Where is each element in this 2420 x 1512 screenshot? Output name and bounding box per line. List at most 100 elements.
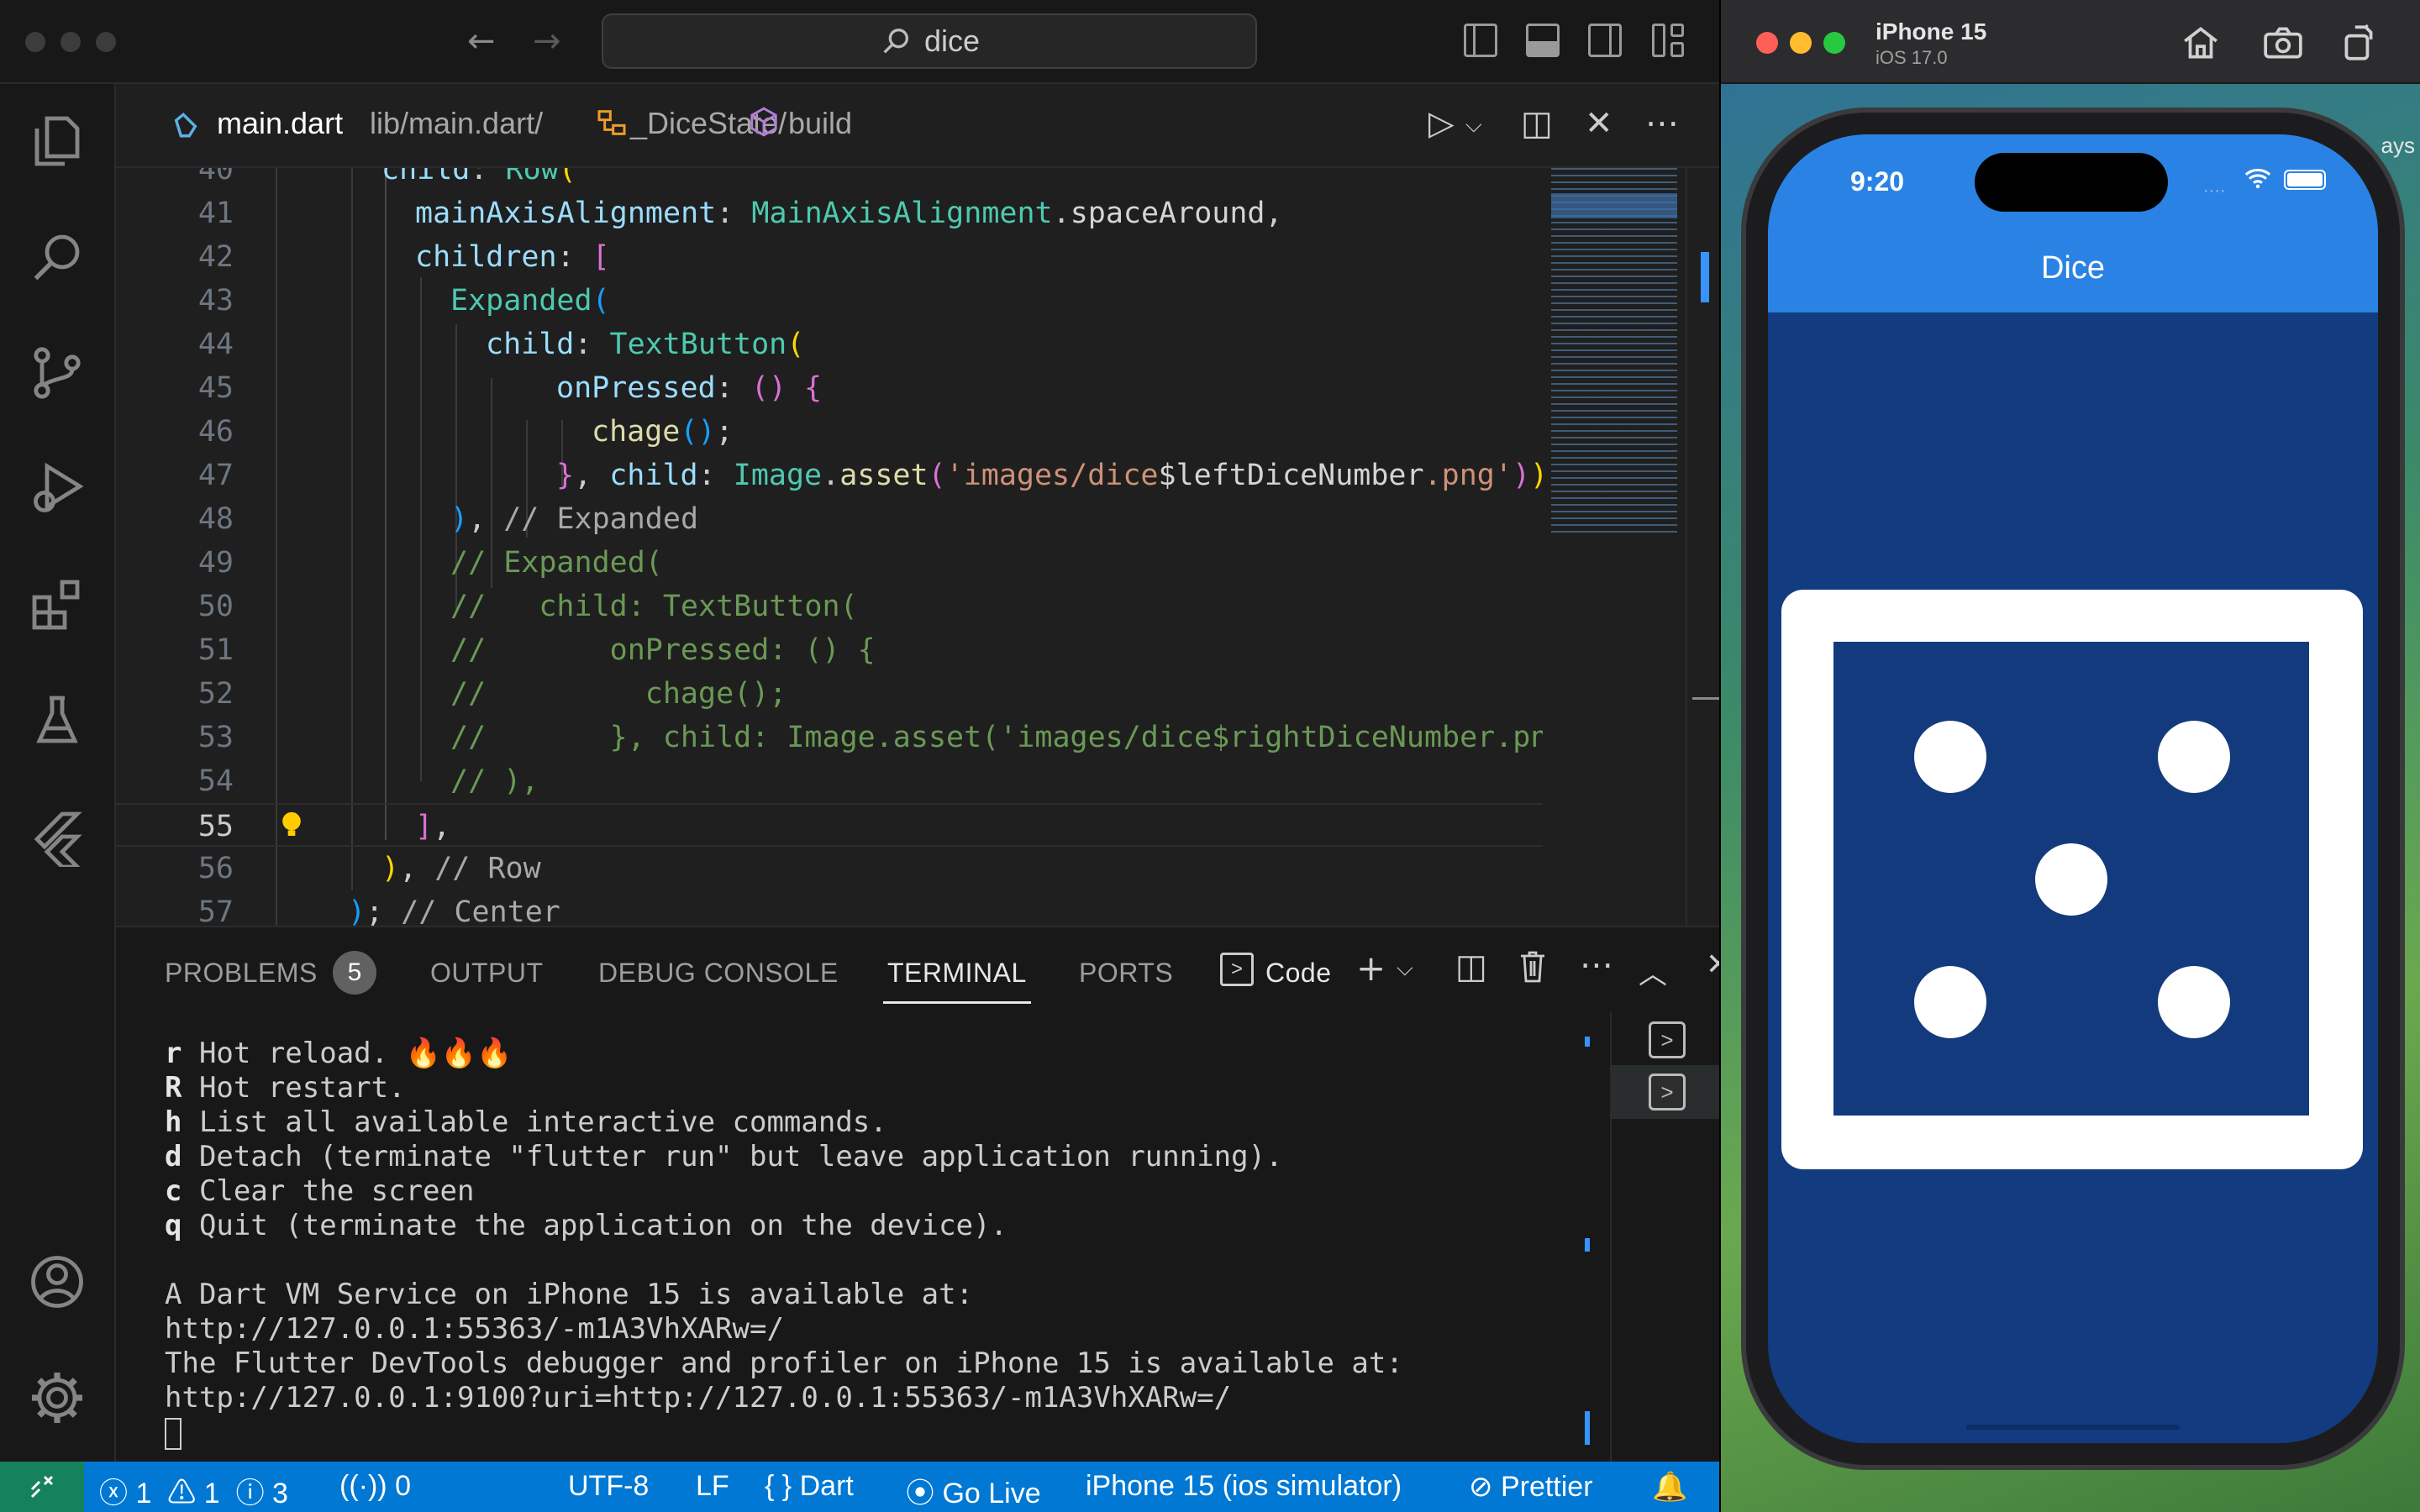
terminal-scroll-marker	[1585, 1238, 1590, 1252]
close-editor-icon[interactable]: ✕	[1585, 104, 1613, 143]
problems-status[interactable]: ⓧ 1 ⚠ 1 ⓘ 3	[99, 1470, 288, 1511]
terminal-instance-icon[interactable]: >	[1649, 1074, 1686, 1110]
minimap[interactable]	[1543, 168, 1686, 926]
explorer-icon[interactable]	[25, 109, 89, 173]
split-terminal-icon[interactable]: ◫	[1455, 948, 1487, 986]
terminal-cursor	[165, 1417, 182, 1450]
terminal-scroll-marker	[1585, 1411, 1590, 1445]
title-bar: ← → dice	[0, 0, 1719, 84]
toggle-primary-sidebar-icon[interactable]	[1464, 24, 1497, 57]
run-and-debug-icon[interactable]	[25, 457, 89, 521]
tab-output[interactable]: OUTPUT	[430, 958, 544, 989]
tab-problems[interactable]: PROBLEMS	[165, 958, 318, 989]
app-bar: 9:20 ···· Dice	[1768, 134, 2378, 312]
code-line-current: 55],	[116, 803, 1544, 847]
code-line: 53// }, child: Image.asset('images/dice$…	[197, 721, 1566, 754]
remote-indicator[interactable]	[0, 1462, 84, 1512]
dice-button[interactable]	[1781, 590, 2363, 1169]
terminal-line: c Clear the screen	[165, 1174, 475, 1208]
simulator-minimize-button[interactable]	[1790, 32, 1812, 54]
error-icon: ⓧ	[99, 1478, 128, 1509]
split-editor-icon[interactable]: ◫	[1521, 104, 1553, 143]
language-status[interactable]: { } Dart	[765, 1470, 854, 1503]
back-arrow-icon[interactable]: ←	[467, 22, 496, 60]
breadcrumb-method[interactable]: build	[788, 106, 852, 141]
prettier-status[interactable]: ⊘ Prettier	[1469, 1470, 1593, 1504]
command-center-search[interactable]: dice	[602, 13, 1257, 69]
terminal-dropdown-chevron-icon[interactable]: ⌵	[1397, 956, 1413, 982]
terminal-output[interactable]: r Hot reload. 🔥🔥🔥 R Hot restart. h List …	[165, 1037, 1677, 1450]
rotate-device-icon[interactable]	[2338, 22, 2380, 64]
terminal-scroll-marker	[1585, 1037, 1590, 1047]
editor-breadcrumb-bar: main.dart lib/main.dart/ _DiceState/ bui…	[116, 84, 1719, 168]
code-line: 50// child: TextButton(	[197, 590, 858, 623]
dice-pip	[2158, 966, 2230, 1038]
testing-flask-icon[interactable]	[25, 689, 89, 753]
toggle-secondary-sidebar-icon[interactable]	[1588, 24, 1622, 57]
device-status[interactable]: iPhone 15 (ios simulator)	[1086, 1470, 1402, 1503]
breadcrumb-path[interactable]: lib/main.dart/	[370, 106, 543, 141]
class-symbol-icon	[595, 106, 629, 147]
bottom-panel: PROBLEMS 5 OUTPUT DEBUG CONSOLE TERMINAL…	[116, 926, 1719, 1463]
maximize-panel-chevron-icon[interactable]: ︿	[1639, 951, 1667, 992]
encoding-status[interactable]: UTF-8	[568, 1470, 649, 1503]
run-file-icon[interactable]: ▷	[1428, 104, 1455, 143]
code-line: 40 child: Row(	[197, 168, 576, 186]
problems-count-badge: 5	[333, 951, 376, 995]
customize-layout-icon[interactable]	[1652, 24, 1686, 57]
close-panel-icon[interactable]: ✕	[1706, 948, 1719, 982]
home-indicator[interactable]	[1966, 1425, 2180, 1430]
code-line: 45 onPressed: () {	[197, 371, 823, 405]
simulator-zoom-button[interactable]	[1823, 32, 1845, 54]
panel-more-icon[interactable]: ⋯	[1580, 946, 1613, 984]
iphone-screen[interactable]: 9:20 ···· Dice	[1768, 134, 2378, 1443]
tab-terminal[interactable]: TERMINAL	[887, 958, 1027, 989]
terminal-profile-label[interactable]: Code	[1265, 958, 1332, 989]
warning-icon: ⚠	[167, 1478, 197, 1509]
home-icon[interactable]	[2180, 22, 2222, 64]
eol-status[interactable]: LF	[696, 1470, 729, 1503]
search-icon[interactable]	[25, 225, 89, 289]
cellular-signal-icon: ····	[2203, 181, 2226, 200]
code-editor[interactable]: 40 child: Row( 41 mainAxisAlignment: MainA…	[116, 168, 1719, 926]
more-actions-icon[interactable]: ⋯	[1645, 104, 1679, 143]
flutter-icon[interactable]	[25, 805, 89, 869]
code-line: 54// ),	[197, 764, 539, 798]
close-window-button[interactable]	[25, 32, 45, 52]
lightbulb-icon[interactable]	[281, 810, 302, 838]
notifications-bell-icon[interactable]: 🔔	[1652, 1470, 1687, 1504]
dice-pip	[1914, 966, 1986, 1038]
forward-arrow-icon[interactable]: →	[533, 22, 561, 60]
editor-scrollbar[interactable]	[1686, 168, 1719, 926]
breadcrumb-file[interactable]: main.dart	[217, 106, 343, 141]
tab-debug-console[interactable]: DEBUG CONSOLE	[598, 958, 839, 989]
extensions-icon[interactable]	[25, 573, 89, 637]
simulator-close-button[interactable]	[1756, 32, 1778, 54]
go-live-button[interactable]: ⦿ Go Live	[906, 1470, 1041, 1511]
tab-ports[interactable]: PORTS	[1079, 958, 1173, 989]
terminal-line: d Detach (terminate "flutter run" but le…	[165, 1140, 1283, 1173]
settings-gear-icon[interactable]	[25, 1366, 89, 1430]
terminal-list: > >	[1610, 1011, 1719, 1463]
minimize-window-button[interactable]	[60, 32, 81, 52]
app-title: Dice	[2040, 250, 2106, 286]
toggle-panel-icon[interactable]	[1526, 24, 1560, 57]
terminal-line: http://127.0.0.1:55363/-m1A3VhXARw=/	[165, 1312, 784, 1346]
dynamic-island	[1975, 153, 2168, 212]
code-line: 56), // Row	[197, 852, 541, 885]
code-line: 44 child: TextButton(	[197, 328, 805, 361]
code-line: 46 chage();	[197, 415, 734, 449]
accounts-icon[interactable]	[25, 1250, 89, 1314]
kill-terminal-trash-icon[interactable]	[1516, 948, 1549, 993]
search-icon	[883, 29, 908, 54]
zoom-window-button[interactable]	[96, 32, 116, 52]
ports-status[interactable]: ((·)) 0	[339, 1470, 411, 1503]
run-options-chevron-icon[interactable]: ⌵	[1465, 113, 1482, 139]
source-control-icon[interactable]	[25, 341, 89, 405]
terminal-instance-icon[interactable]: >	[1649, 1021, 1686, 1058]
dice-pip	[1914, 721, 1986, 793]
screenshot-camera-icon[interactable]	[2262, 22, 2304, 64]
new-terminal-plus-icon[interactable]: +	[1356, 948, 1386, 989]
activity-bar	[0, 84, 116, 1462]
